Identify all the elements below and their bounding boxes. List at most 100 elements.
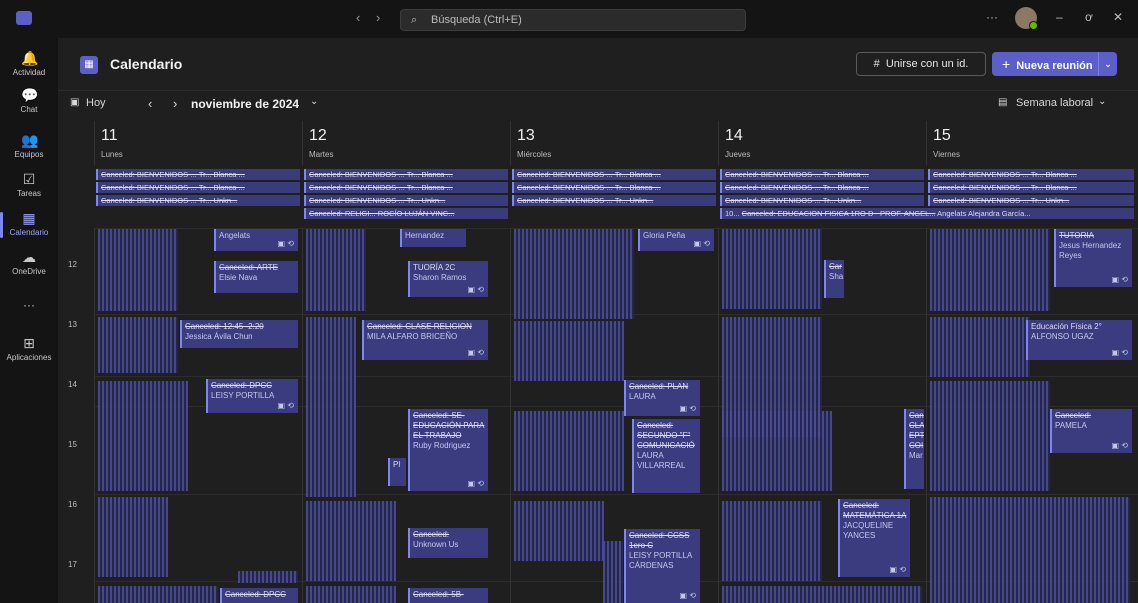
overlapping-events-block[interactable] xyxy=(98,229,178,311)
close-button[interactable]: ✕ xyxy=(1113,10,1123,24)
forward-arrow-icon[interactable]: › xyxy=(376,10,380,25)
next-week-arrow-icon[interactable]: › xyxy=(173,96,177,111)
event-card[interactable]: Car Sha xyxy=(824,260,844,298)
event-card[interactable]: Canceled: 12:45 -2:20 Jessica Ávila Chun xyxy=(180,320,298,348)
overlapping-events-block[interactable] xyxy=(238,571,298,583)
event-card[interactable]: Angelats ▣ ⟲ xyxy=(214,229,298,251)
all-day-event[interactable]: Canceled: BIENVENIDOS-... Tr... Blanca .… xyxy=(928,169,1134,180)
event-card[interactable]: Can CLA EPT COI Mar xyxy=(904,409,924,489)
minimize-button[interactable]: – xyxy=(1056,10,1063,24)
overlapping-events-block[interactable] xyxy=(514,321,624,381)
event-card[interactable]: TUORÍA 2C Sharon Ramos ▣ ⟲ xyxy=(408,261,488,297)
all-day-event[interactable]: Canceled: BIENVENIDOS-... Tr... Blanca .… xyxy=(512,182,716,193)
overlapping-events-block[interactable] xyxy=(98,381,188,491)
all-day-event[interactable]: Canceled: BIENVENIDOS-... Tr... Blanca .… xyxy=(720,169,924,180)
restore-button[interactable]: ơ xyxy=(1085,10,1093,24)
overlapping-events-block[interactable] xyxy=(514,501,604,561)
active-indicator xyxy=(0,212,3,238)
event-organizer: Mar xyxy=(909,451,923,460)
all-day-event[interactable]: Canceled: BIENVENIDOS-... Tr... Unkn... xyxy=(512,195,716,206)
event-card[interactable]: Canceled: SEGUNDO "F" COMUNICACIÓ LAURA V… xyxy=(632,419,700,493)
overlapping-events-block[interactable] xyxy=(603,541,623,603)
hour-label: 14 xyxy=(68,380,77,389)
overlapping-events-block[interactable] xyxy=(98,497,168,577)
today-button[interactable]: Hoy xyxy=(86,97,106,109)
rail-item-tareas[interactable]: ☑ Tareas xyxy=(0,171,58,198)
event-title: Canceled: RELIGI... ROCÍO LUJÁN VINC... xyxy=(309,209,455,218)
prev-week-arrow-icon[interactable]: ‹ xyxy=(148,96,152,111)
all-day-event[interactable]: Canceled: BIENVENIDOS-... Tr... Blanca .… xyxy=(96,182,300,193)
day-header-monday[interactable]: 11 Lunes xyxy=(94,121,303,166)
all-day-event[interactable]: Canceled: BIENVENIDOS-... Tr... Blanca .… xyxy=(304,169,508,180)
event-card[interactable]: Canceled: Unknown Us xyxy=(408,528,488,558)
event-title: Canceled: PLAN xyxy=(629,382,689,391)
overlapping-events-block[interactable] xyxy=(306,586,396,603)
back-arrow-icon[interactable]: ‹ xyxy=(356,10,360,25)
all-day-event[interactable]: Canceled: BIENVENIDOS-... Tr... Unkn... xyxy=(304,195,508,206)
overlapping-events-block[interactable] xyxy=(98,317,178,373)
event-card[interactable]: Canceled: MATEMÁTICA 1A JACQUELINE YANCES… xyxy=(838,499,910,577)
avatar[interactable] xyxy=(1015,7,1038,30)
overlapping-events-block[interactable] xyxy=(930,229,1050,311)
overlapping-events-block[interactable] xyxy=(306,229,366,311)
all-day-event[interactable]: Canceled: BIENVENIDOS-... Tr... Blanca .… xyxy=(928,182,1134,193)
overlapping-events-block[interactable] xyxy=(722,501,822,581)
event-card[interactable]: Gloria Peña ▣ ⟲ xyxy=(638,229,714,251)
day-header-thursday[interactable]: 14 Jueves xyxy=(718,121,927,166)
rail-item-more[interactable]: ··· xyxy=(0,298,58,312)
overlapping-events-block[interactable] xyxy=(930,381,1050,491)
all-day-event[interactable]: Canceled: BIENVENIDOS-... Tr... Blanca .… xyxy=(720,182,924,193)
overlapping-events-block[interactable] xyxy=(722,411,832,491)
chevron-down-icon[interactable]: ⌄ xyxy=(310,96,318,107)
overlapping-events-block[interactable] xyxy=(722,586,922,603)
event-card[interactable]: Canceled: PAMELA ▣ ⟲ xyxy=(1050,409,1132,453)
new-meeting-button[interactable]: + Nueva reunión ⌄ xyxy=(992,52,1117,76)
day-header-friday[interactable]: 15 Viernes xyxy=(926,121,1135,166)
rail-item-aplicaciones[interactable]: ⊞ Aplicaciones xyxy=(0,335,58,362)
event-title: Canceled: BIENVENIDOS-... Tr... Blanca .… xyxy=(725,170,869,179)
search-input[interactable]: ⌕ Búsqueda (Ctrl+E) xyxy=(400,9,746,31)
event-card[interactable]: Canceled: SE- EDUCACIÓN PARA EL TRABAJO R… xyxy=(408,409,488,491)
join-icon: ▣ ⟲ xyxy=(277,239,294,248)
overlapping-events-block[interactable] xyxy=(930,317,1030,377)
rail-item-actividad[interactable]: 🔔 Actividad xyxy=(0,50,58,77)
chevron-down-icon[interactable]: ⌄ xyxy=(1098,96,1106,107)
event-card[interactable]: Canceled: 5B- xyxy=(408,588,488,603)
event-card[interactable]: TUTORIA Jesus Hernandez Reyes ▣ ⟲ xyxy=(1054,229,1132,287)
rail-item-chat[interactable]: 💬 Chat xyxy=(0,87,58,114)
all-day-event[interactable]: Canceled: BIENVENIDOS-... Tr... Unkn... xyxy=(96,195,300,206)
overlapping-events-block[interactable] xyxy=(98,586,218,603)
event-card[interactable]: Canceled: ARTE Elsie Nava xyxy=(214,261,298,293)
overlapping-events-block[interactable] xyxy=(306,317,356,497)
day-header-wednesday[interactable]: 13 Miércoles xyxy=(510,121,719,166)
all-day-event[interactable]: Canceled: BIENVENIDOS-... Tr... Unkn... xyxy=(720,195,924,206)
all-day-event[interactable]: Canceled: BIENVENIDOS-... Tr... Blanca .… xyxy=(96,169,300,180)
all-day-event[interactable]: Canceled: BIENVENIDOS-... Tr... Blanca .… xyxy=(512,169,716,180)
rail-item-calendario[interactable]: ▦ Calendario xyxy=(0,210,58,238)
event-card[interactable]: Pl xyxy=(388,458,406,486)
day-header-tuesday[interactable]: 12 Martes xyxy=(302,121,511,166)
overlapping-events-block[interactable] xyxy=(722,229,822,309)
event-card[interactable]: Educación Física 2° ALFONSO UGAZ ▣ ⟲ xyxy=(1026,320,1132,360)
rail-item-equipos[interactable]: 👥 Equipos xyxy=(0,132,58,159)
overlapping-events-block[interactable] xyxy=(514,229,634,319)
all-day-event[interactable]: Canceled: BIENVENIDOS-... Tr... Unkn... xyxy=(928,195,1134,206)
event-card[interactable]: Canceled: DPCC LEISY PORTILLA ▣ ⟲ xyxy=(206,379,298,413)
all-day-event[interactable]: Canceled: RELIGI... ROCÍO LUJÁN VINC... xyxy=(304,208,508,219)
join-with-id-button[interactable]: # Unirse con un id. xyxy=(856,52,986,76)
overlapping-events-block[interactable] xyxy=(514,411,624,491)
all-day-event[interactable]: Canceled: BIENVENIDOS-... Tr... Blanca .… xyxy=(304,182,508,193)
event-card[interactable]: Hernandez xyxy=(400,229,466,247)
event-card[interactable]: Canceled: CCSS 1ero C LEISY PORTILLA CÁRD… xyxy=(624,529,700,603)
overlapping-events-block[interactable] xyxy=(930,497,1130,603)
more-options-icon[interactable]: ··· xyxy=(986,10,998,24)
event-card[interactable]: Canceled: PLAN LAURA ▣ ⟲ xyxy=(624,380,700,416)
event-card[interactable]: Canceled: CLASE RELIGION MILA ALFARO BRIC… xyxy=(362,320,488,360)
event-card[interactable]: Canceled: DPCC xyxy=(220,588,298,603)
all-day-event-multiday[interactable]: 10... Canceled: EDUCACION FISICA 1RO D -… xyxy=(720,208,1134,219)
month-picker[interactable]: noviembre de 2024 xyxy=(191,97,299,111)
chevron-down-icon[interactable]: ⌄ xyxy=(1098,52,1117,76)
overlapping-events-block[interactable] xyxy=(306,501,396,581)
view-selector[interactable]: Semana laboral xyxy=(1016,97,1093,109)
rail-item-onedrive[interactable]: ☁ OneDrive xyxy=(0,249,58,276)
